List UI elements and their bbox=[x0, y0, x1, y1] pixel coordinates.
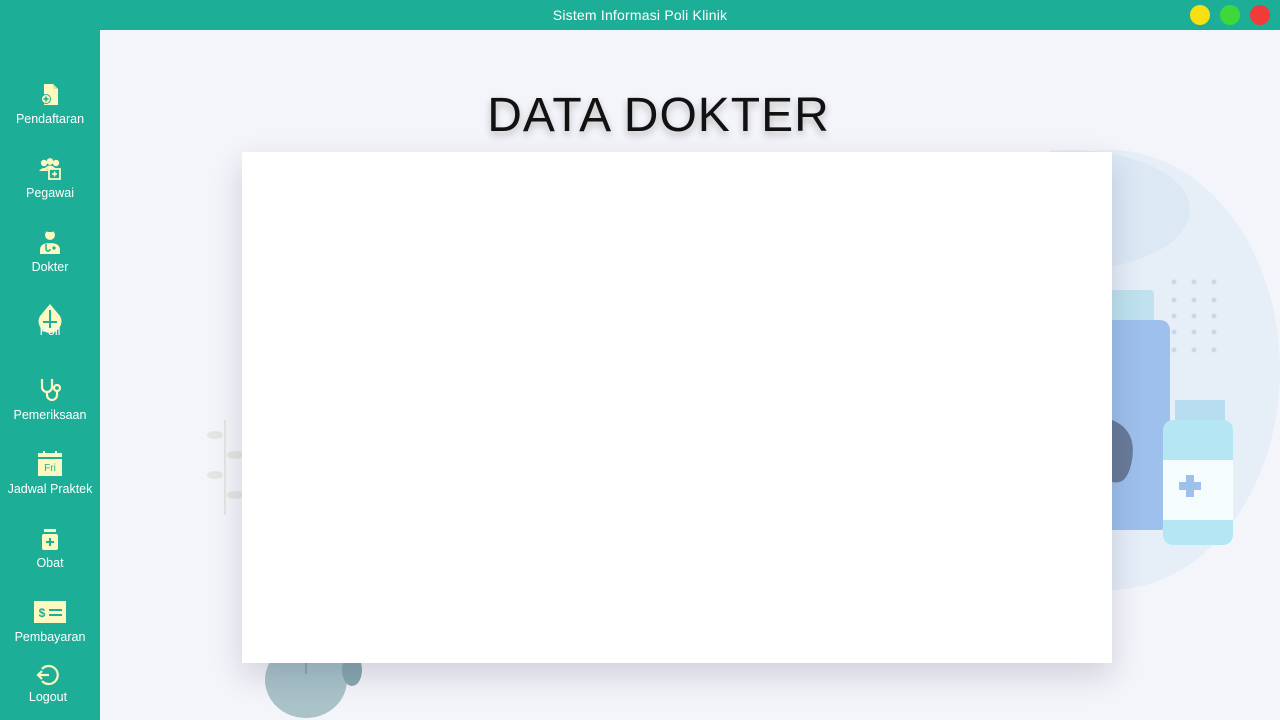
employees-icon bbox=[39, 158, 61, 180]
logout-icon bbox=[36, 664, 59, 686]
maximize-button[interactable] bbox=[1220, 5, 1240, 25]
minimize-button[interactable] bbox=[1190, 5, 1210, 25]
main-content: DATA DOKTER bbox=[100, 30, 1280, 720]
payment-bill-icon: $ bbox=[34, 601, 66, 623]
window-titlebar: Sistem Informasi Poli Klinik bbox=[0, 0, 1280, 30]
calendar-day-text: Fri bbox=[44, 463, 56, 474]
sidebar-item-logout[interactable]: Logout bbox=[0, 664, 98, 704]
sidebar-item-obat[interactable]: Obat bbox=[0, 528, 100, 570]
window-title: Sistem Informasi Poli Klinik bbox=[552, 7, 728, 23]
calendar-icon: Fri bbox=[38, 451, 62, 476]
page-title: DATA DOKTER bbox=[487, 89, 830, 142]
sidebar-item-label: Logout bbox=[28, 690, 68, 704]
sidebar-item-label: Pegawai bbox=[26, 186, 74, 200]
close-button[interactable] bbox=[1250, 5, 1270, 25]
doctor-data-panel bbox=[242, 152, 1112, 663]
sidebar-item-jadwal-praktek[interactable]: Fri Jadwal Praktek bbox=[0, 450, 100, 496]
sidebar-item-label: Obat bbox=[36, 556, 64, 570]
sidebar-item-pembayaran[interactable]: $ Pembayaran bbox=[0, 600, 100, 644]
doctor-icon bbox=[40, 229, 60, 254]
sidebar-item-label: Pembayaran bbox=[14, 630, 86, 644]
sidebar-item-pemeriksaan[interactable]: Pemeriksaan bbox=[0, 376, 100, 422]
sidebar-item-label: Pemeriksaan bbox=[13, 408, 87, 422]
sidebar-item-label: Pendaftaran bbox=[15, 112, 85, 126]
sidebar-item-pegawai[interactable]: Pegawai bbox=[0, 156, 100, 200]
sidebar-item-label: Dokter bbox=[31, 260, 69, 274]
sidebar-item-poli[interactable]: Poli bbox=[0, 302, 100, 338]
sidebar-item-pendaftaran[interactable]: Pendaftaran bbox=[0, 82, 100, 126]
medicine-bottle-icon bbox=[42, 529, 58, 550]
stethoscope-icon bbox=[40, 379, 62, 402]
currency-symbol: $ bbox=[39, 606, 46, 620]
sidebar-item-dokter[interactable]: Dokter bbox=[0, 228, 100, 274]
registration-document-icon bbox=[41, 84, 58, 105]
sidebar-item-label: Poli bbox=[39, 324, 61, 338]
sidebar-item-label: Jadwal Praktek bbox=[7, 482, 93, 496]
sidebar: Pendaftaran Pegawai Dokter Poli Pemeriks… bbox=[0, 30, 100, 720]
